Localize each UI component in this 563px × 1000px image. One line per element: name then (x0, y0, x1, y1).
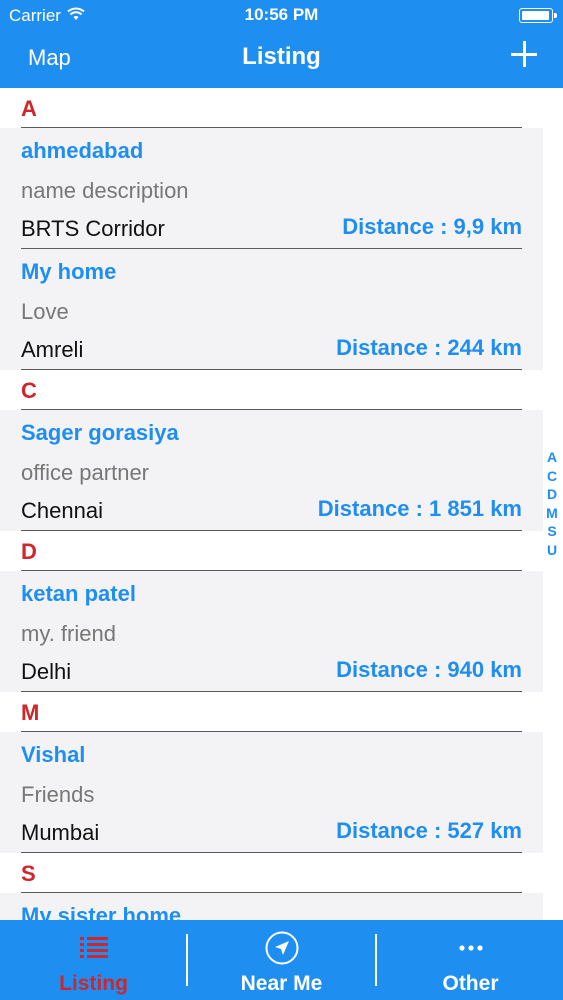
section-header: D (0, 531, 543, 571)
list-item[interactable]: ahmedabad name description BRTS Corridor Di… (0, 128, 543, 249)
item-city: Mumbai (21, 820, 100, 845)
item-name: ketan patel (21, 581, 136, 606)
item-distance: Distance : 940 km (336, 657, 522, 682)
item-city: Chennai (21, 498, 103, 523)
page-title: Listing (242, 43, 321, 70)
section-letter: A (21, 96, 37, 121)
more-dots-icon (453, 930, 489, 966)
index-letter[interactable]: U (545, 541, 559, 560)
item-name: ahmedabad (21, 138, 144, 163)
section-letter: C (21, 378, 37, 403)
tab-bar: Listing Near Me Other (0, 920, 563, 1000)
item-name: Sager gorasiya (21, 420, 179, 445)
item-description: my. friend (21, 621, 116, 646)
section-letter: D (21, 539, 37, 564)
tab-near-me-label: Near Me (240, 972, 323, 995)
list-item[interactable]: ketan patel my. friend Delhi Distance : 940… (0, 571, 543, 692)
item-city: Amreli (21, 337, 84, 362)
section-header: A (0, 88, 543, 128)
index-letter[interactable]: C (545, 467, 559, 486)
tab-other[interactable]: Other (377, 920, 563, 1000)
index-letter[interactable]: S (545, 522, 559, 541)
item-name: Vishal (21, 742, 86, 767)
section-letter: M (21, 700, 40, 725)
item-description: Friends (21, 782, 95, 807)
navigation-bar: Map Listing (0, 30, 563, 88)
item-description: name description (21, 178, 189, 203)
list-item[interactable]: My sister home (0, 893, 543, 920)
section-index[interactable]: ACDMSU (545, 448, 559, 559)
section-header: S (0, 853, 543, 893)
item-city: Delhi (21, 659, 72, 684)
item-distance: Distance : 9,9 km (342, 214, 522, 239)
item-description: Love (21, 299, 69, 324)
section-letter: S (21, 861, 36, 886)
item-distance: Distance : 1 851 km (317, 496, 522, 521)
tab-other-label: Other (442, 972, 499, 995)
list-item[interactable]: Sager gorasiya office partner Chennai Dista… (0, 410, 543, 531)
tab-near-me[interactable]: Near Me (188, 920, 375, 1000)
list-icon (76, 930, 112, 966)
tab-listing-label: Listing (59, 972, 128, 995)
index-letter[interactable]: D (545, 485, 559, 504)
item-name: My sister home (21, 903, 182, 920)
item-name: My home (21, 259, 117, 284)
item-description: office partner (21, 460, 150, 485)
item-distance: Distance : 527 km (336, 818, 522, 843)
item-city: BRTS Corridor (21, 216, 165, 241)
location-arrow-icon (264, 930, 300, 966)
status-bar: Carrier 10:56 PM (0, 0, 563, 30)
clock: 10:56 PM (244, 5, 319, 24)
section-header: M (0, 692, 543, 732)
index-letter[interactable]: M (545, 504, 559, 523)
item-distance: Distance : 244 km (336, 335, 522, 360)
section-header: C (0, 370, 543, 410)
list-item[interactable]: My home Love Amreli Distance : 244 km (0, 249, 543, 370)
index-letter[interactable]: A (545, 448, 559, 467)
plus-icon[interactable] (509, 39, 539, 69)
contact-list[interactable]: Aahmedabad name description BRTS Corridor D… (0, 88, 543, 920)
battery-icon (519, 8, 557, 23)
list-item[interactable]: Vishal Friends Mumbai Distance : 527 km (0, 732, 543, 853)
tab-listing[interactable]: Listing (0, 920, 187, 1000)
